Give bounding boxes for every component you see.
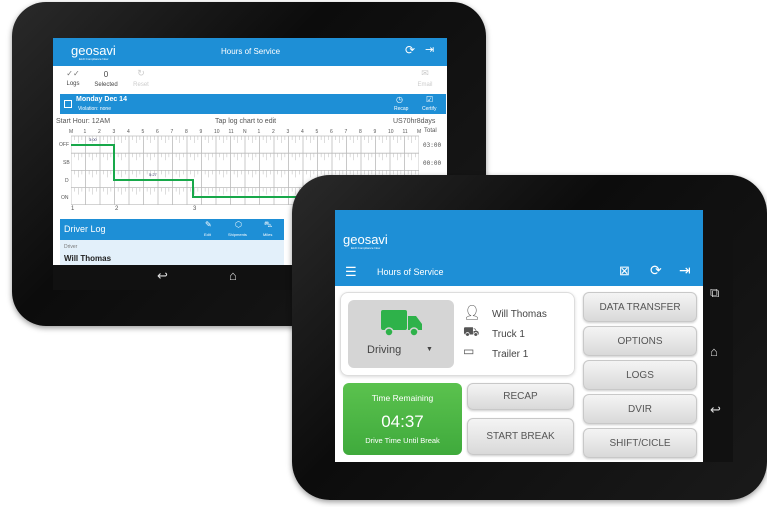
segment-label: 3:00: [89, 137, 97, 142]
bottom-mark: 1: [71, 206, 75, 212]
shift-cycle-button[interactable]: SHIFT/CICLE: [583, 428, 697, 458]
driver-label: Driver: [64, 244, 78, 250]
data-transfer-icon[interactable]: ⊠: [619, 263, 630, 279]
user-icon: 👤︎: [463, 304, 481, 320]
row-label-off: OFF: [59, 142, 69, 148]
trailer-name: Trailer 1: [492, 349, 529, 360]
miles-button[interactable]: Miles: [263, 232, 272, 237]
row-label-on: ON: [61, 195, 69, 201]
refresh-icon[interactable]: ⟳: [650, 262, 662, 279]
recent-apps-icon[interactable]: ⧉: [710, 285, 719, 301]
driver-name: Will Thomas: [492, 309, 547, 320]
front-title: Hours of Service: [377, 267, 444, 277]
rule-set: US70hr8days: [393, 118, 436, 125]
duty-status-value: Driving: [367, 344, 402, 356]
logo-tagline: ELD Compliance Now: [351, 246, 381, 250]
options-button[interactable]: OPTIONS: [583, 326, 697, 356]
dropdown-arrow-icon: ▼: [426, 346, 433, 353]
recap-icon[interactable]: ◷: [396, 95, 403, 104]
driver-log-header: Driver Log ✎ Edit ⬡ Shipments ⛍ Miles: [60, 219, 284, 240]
total-header: Total: [424, 128, 437, 134]
geosavi-logo: geosavi: [343, 232, 388, 247]
driver-log-title: Driver Log: [64, 224, 106, 234]
time-remaining-value: 04:37: [381, 412, 424, 431]
logs-button[interactable]: LOGS: [583, 360, 697, 390]
start-hour: Start Hour: 12AM: [56, 118, 111, 125]
back-title: Hours of Service: [221, 47, 281, 56]
back-icon[interactable]: ↩: [710, 402, 721, 418]
logout-icon[interactable]: ⇥: [679, 262, 691, 279]
bottom-mark: 3: [193, 206, 197, 212]
row-label-sb: SB: [63, 160, 70, 166]
email-icon[interactable]: ✉: [407, 68, 443, 79]
logo-tagline: ELD Compliance Now: [79, 57, 109, 61]
back-header: geosavi ELD Compliance Now Hours of Serv…: [53, 38, 447, 66]
truck-small-icon: ⛟: [463, 324, 480, 339]
geosavi-logo: geosavi: [71, 43, 116, 58]
shipments-icon[interactable]: ⬡: [235, 220, 242, 229]
time-remaining-box: Time Remaining 04:37 Drive Time Until Br…: [343, 383, 462, 455]
edit-button[interactable]: Edit: [204, 232, 211, 237]
driver-info: Driver Will Thomas: [60, 240, 284, 265]
home-icon[interactable]: ⌂: [710, 344, 718, 359]
day-checkbox[interactable]: [64, 100, 72, 108]
dvir-button[interactable]: DVIR: [583, 394, 697, 424]
duty-status-selector[interactable]: Driving ▼: [348, 300, 454, 368]
home-icon[interactable]: ⌂: [229, 268, 237, 283]
front-nav-bar: [703, 210, 733, 462]
data-transfer-button[interactable]: DATA TRANSFER: [583, 292, 697, 322]
day-date: Monday Dec 14: [76, 96, 127, 103]
truck-name: Truck 1: [492, 329, 525, 340]
trailer-icon: ▭: [463, 344, 475, 358]
day-row: Monday Dec 14 Violation: none ◷ Recap ☑ …: [60, 94, 446, 114]
menu-icon[interactable]: ☰: [345, 264, 357, 280]
bottom-mark: 2: [115, 206, 119, 212]
truck-icon: [381, 310, 422, 337]
time-remaining-label: Time Remaining: [371, 393, 434, 403]
row-label-d: D: [65, 178, 69, 184]
miles-icon[interactable]: ⛍: [264, 220, 272, 230]
front-header: geosavi ELD Compliance Now ☰ Hours of Se…: [335, 210, 703, 286]
recap-button[interactable]: Recap: [394, 106, 408, 112]
reset-button[interactable]: Reset: [123, 82, 159, 88]
violation-text: Violation: none: [78, 106, 111, 112]
edit-icon[interactable]: ✎: [205, 220, 212, 229]
total-off: 03:00: [423, 142, 442, 149]
segment-label: 5:27: [149, 172, 157, 177]
logout-icon[interactable]: ⇥: [425, 43, 434, 56]
start-break-button[interactable]: START BREAK: [467, 418, 574, 455]
reset-icon[interactable]: ↻: [123, 68, 159, 79]
email-button[interactable]: Email: [407, 82, 443, 88]
selected-label: Selected: [94, 82, 118, 88]
back-icon[interactable]: ↩: [157, 268, 168, 284]
certify-icon[interactable]: ☑: [426, 95, 433, 104]
driver-name: Will Thomas: [64, 254, 112, 263]
refresh-icon[interactable]: ⟳: [405, 43, 415, 57]
status-card: Driving ▼ 👤︎ Will Thomas ⛟ Truck 1 ▭ Tra…: [340, 292, 575, 376]
certify-button[interactable]: Certify: [422, 106, 436, 112]
selected-count: 0: [103, 70, 109, 79]
time-caption: Drive Time Until Break: [365, 436, 440, 445]
back-toolbar: ✓✓ Logs 0 Selected ↻ Reset ✉ Email: [53, 66, 447, 93]
logs-icon[interactable]: ✓✓: [55, 69, 91, 78]
chart-hint: Tap log chart to edit: [215, 118, 277, 125]
shipments-button[interactable]: Shipments: [228, 232, 247, 237]
front-screen: geosavi ELD Compliance Now ☰ Hours of Se…: [335, 210, 703, 462]
logs-button[interactable]: Logs: [55, 81, 91, 87]
total-sb: 00:00: [423, 160, 442, 167]
recap-button[interactable]: RECAP: [467, 383, 574, 410]
